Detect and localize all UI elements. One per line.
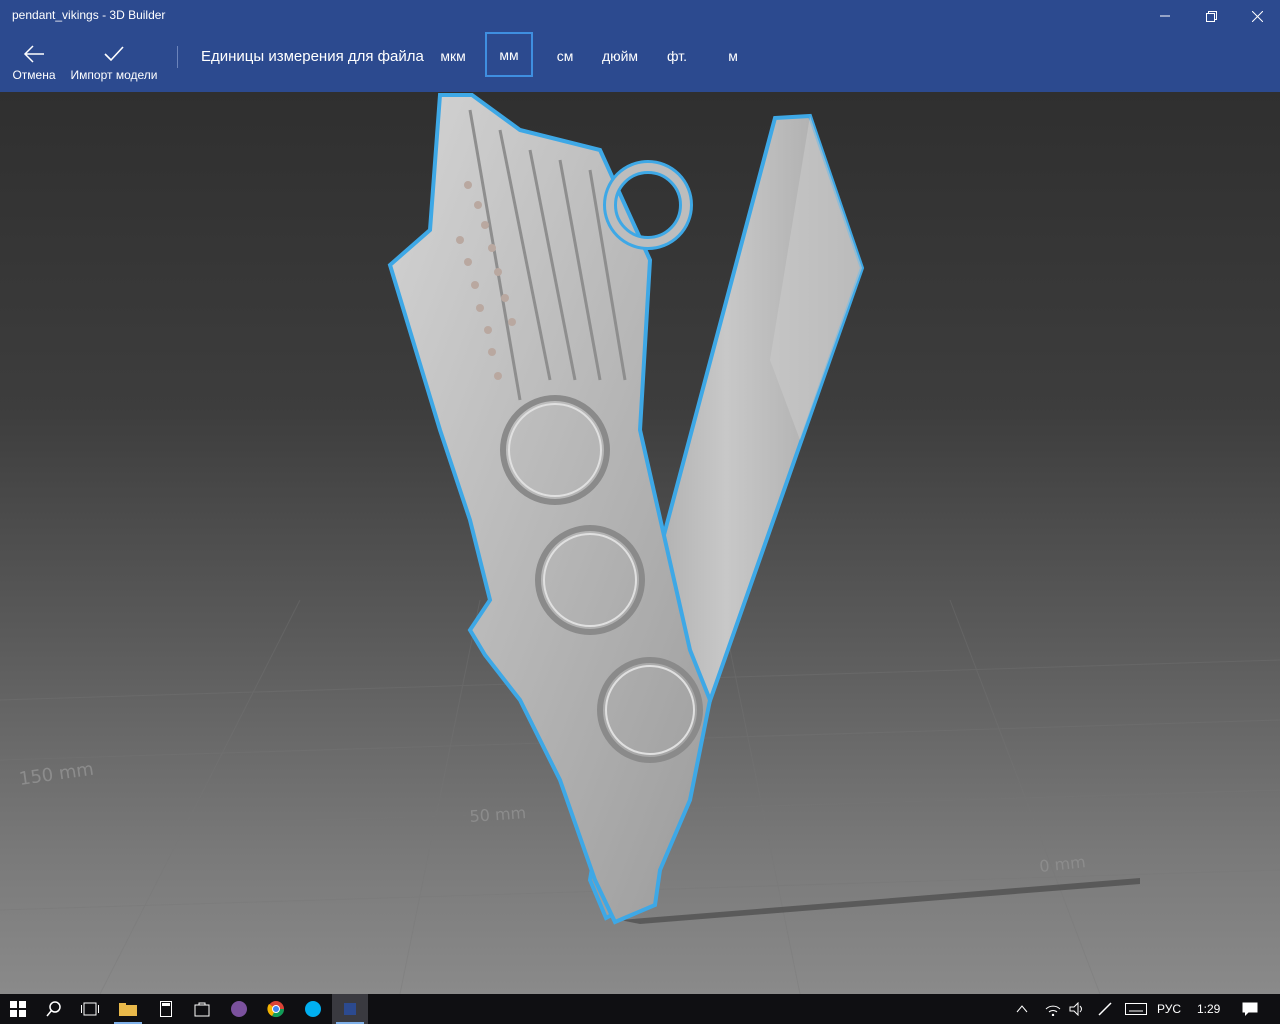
pen-icon [1098, 1002, 1112, 1016]
viber-button[interactable] [221, 994, 257, 1024]
skype-icon [305, 1001, 321, 1017]
command-bar: Отмена Импорт модели Единицы измерения д… [0, 32, 1280, 92]
search-icon [46, 1001, 61, 1017]
3d-builder-button[interactable] [332, 994, 368, 1024]
3d-viewport[interactable]: 150 mm 50 mm 0 mm [0, 92, 1280, 994]
close-icon [1251, 10, 1263, 22]
minimize-icon [1160, 15, 1170, 17]
restore-button[interactable] [1188, 0, 1234, 32]
viber-icon [231, 1001, 247, 1017]
grid-label-50: 50 mm [469, 803, 527, 826]
folder-icon [119, 1003, 137, 1016]
file-explorer-button[interactable] [110, 994, 146, 1024]
unit-option-cm[interactable]: см [548, 48, 582, 64]
back-arrow-icon [23, 45, 44, 63]
scene: 150 mm 50 mm 0 mm [0, 93, 1280, 994]
touch-keyboard-button[interactable] [1122, 994, 1150, 1024]
3d-builder-icon [344, 1003, 356, 1015]
store-button[interactable] [184, 994, 220, 1024]
network-button[interactable] [1040, 994, 1066, 1024]
start-button[interactable] [0, 994, 36, 1024]
skype-button[interactable] [295, 994, 331, 1024]
pen-workspace-button[interactable] [1092, 994, 1118, 1024]
speaker-icon [1069, 1002, 1082, 1016]
unit-option-ft[interactable]: фт. [662, 48, 692, 64]
unit-option-mkm[interactable]: мкм [434, 48, 472, 64]
grid-label-150: 150 mm [18, 759, 95, 790]
notification-icon [1242, 1002, 1258, 1016]
model-shadow [620, 878, 1140, 924]
keyboard-icon [1125, 1003, 1147, 1015]
calculator-icon [160, 1001, 172, 1017]
task-view-icon [81, 1002, 99, 1016]
task-view-button[interactable] [72, 994, 108, 1024]
window-title: pendant_vikings - 3D Builder [12, 8, 166, 22]
chrome-icon [267, 1001, 285, 1018]
store-icon [194, 1002, 210, 1017]
calculator-button[interactable] [148, 994, 184, 1024]
units-caption: Единицы измерения для файла [201, 48, 424, 65]
unit-option-mm[interactable]: мм [485, 32, 533, 77]
cancel-label: Отмена [12, 68, 56, 82]
chevron-up-icon [1016, 1005, 1028, 1013]
restore-icon [1205, 10, 1217, 22]
wifi-icon [1045, 1005, 1061, 1016]
title-bar: pendant_vikings - 3D Builder [0, 0, 1280, 32]
show-hidden-icons-button[interactable] [1010, 994, 1034, 1024]
input-language[interactable]: РУС [1157, 1002, 1181, 1016]
pendant-model[interactable] [387, 93, 865, 925]
minimize-button[interactable] [1142, 0, 1188, 32]
grid-label-0: 0 mm [1038, 852, 1086, 876]
checkmark-icon [104, 46, 124, 62]
volume-button[interactable] [1064, 994, 1090, 1024]
cancel-button[interactable]: Отмена [8, 44, 60, 82]
chrome-button[interactable] [258, 994, 294, 1024]
unit-option-inch[interactable]: дюйм [597, 48, 643, 64]
search-button[interactable] [36, 994, 72, 1024]
import-model-button[interactable]: Импорт модели [68, 44, 160, 82]
action-center-button[interactable] [1232, 994, 1268, 1024]
windows-icon [10, 1001, 26, 1017]
toolbar-separator [177, 46, 178, 68]
clock[interactable]: 1:29 [1197, 1002, 1220, 1016]
unit-option-m[interactable]: м [720, 48, 746, 64]
close-button[interactable] [1234, 0, 1280, 32]
import-label: Импорт модели [70, 68, 158, 82]
taskbar: РУС 1:29 [0, 994, 1280, 1024]
